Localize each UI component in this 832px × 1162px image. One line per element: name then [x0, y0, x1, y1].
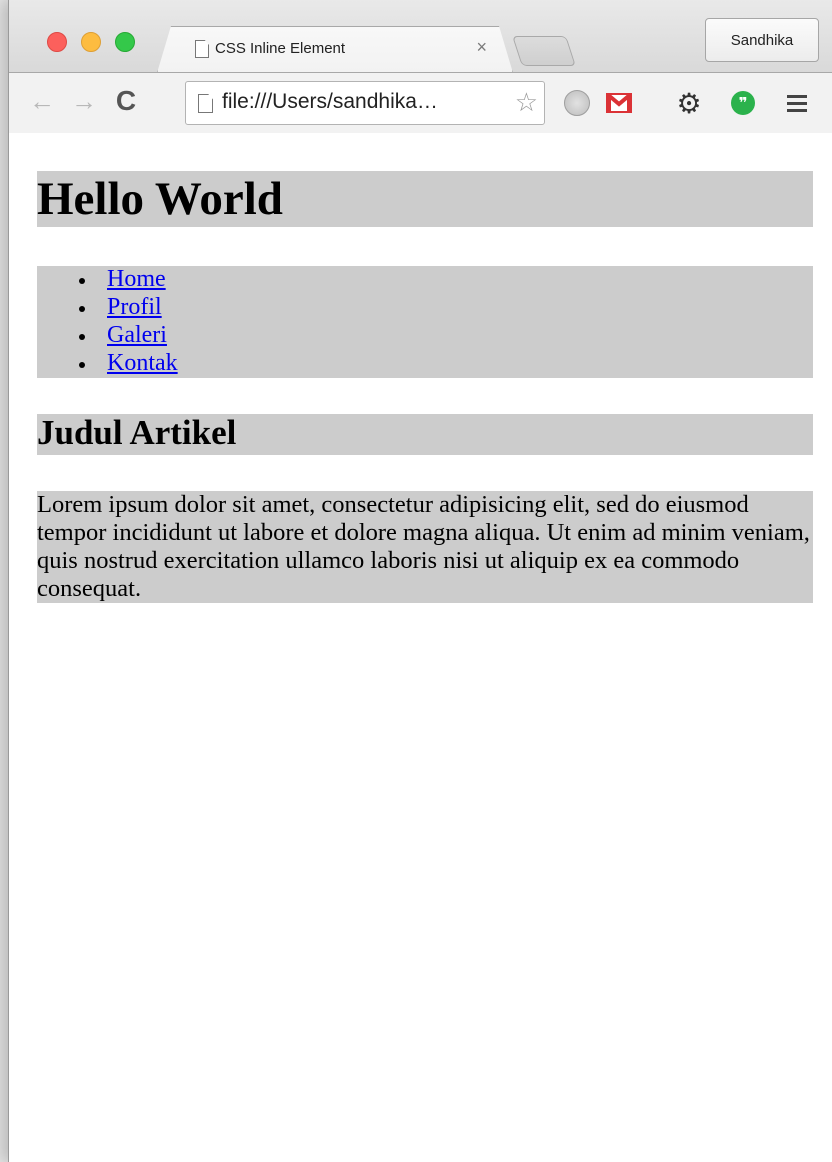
tab-title: CSS Inline Element	[215, 40, 346, 57]
nav-link-profil[interactable]: Profil	[107, 294, 162, 320]
address-text: file:///Users/sandhika…	[222, 90, 438, 113]
nav-item-galeri: Galeri	[37, 322, 813, 350]
profile-button[interactable]: Sandhika	[705, 18, 819, 62]
close-window-button[interactable]	[47, 32, 67, 52]
gear-icon[interactable]: ⚙	[673, 87, 705, 119]
hangouts-icon[interactable]: ❞	[727, 87, 759, 119]
nav-list: Home Profil Galeri Kontak	[37, 266, 813, 378]
bookmark-star-icon[interactable]: ☆	[515, 88, 538, 116]
nav-link-galeri[interactable]: Galeri	[107, 322, 167, 348]
forward-icon[interactable]: →	[67, 83, 101, 119]
close-tab-icon[interactable]: ×	[476, 38, 487, 56]
browser-toolbar: ← → C file:///Users/sandhika… ☆ ⚙ ❞	[9, 72, 832, 134]
nav-item-profil: Profil	[37, 294, 813, 322]
article-paragraph: Lorem ipsum dolor sit amet, consectetur …	[37, 491, 813, 603]
page-icon	[195, 40, 209, 58]
browser-window: CSS Inline Element × Sandhika ← → C file…	[8, 0, 832, 1162]
new-tab-button[interactable]	[512, 36, 576, 66]
nav-link-kontak[interactable]: Kontak	[107, 350, 178, 376]
back-icon[interactable]: ←	[25, 83, 59, 119]
article-title: Judul Artikel	[37, 414, 813, 455]
stop-icon[interactable]	[561, 87, 593, 119]
menu-icon[interactable]	[781, 87, 813, 119]
nav-link-home[interactable]: Home	[107, 266, 166, 292]
zoom-window-button[interactable]	[115, 32, 135, 52]
nav-item-home: Home	[37, 266, 813, 294]
tab-strip: CSS Inline Element × Sandhika	[9, 0, 832, 72]
gmail-icon[interactable]	[603, 87, 635, 119]
page-content: Hello World Home Profil Galeri Kontak Ju…	[9, 133, 832, 1162]
tab-contents: CSS Inline Element ×	[171, 30, 497, 70]
page-icon	[198, 94, 213, 113]
address-bar[interactable]: file:///Users/sandhika… ☆	[185, 81, 545, 125]
minimize-window-button[interactable]	[81, 32, 101, 52]
nav-item-kontak: Kontak	[37, 350, 813, 378]
page-heading: Hello World	[37, 171, 813, 227]
reload-icon[interactable]: C	[109, 83, 143, 119]
